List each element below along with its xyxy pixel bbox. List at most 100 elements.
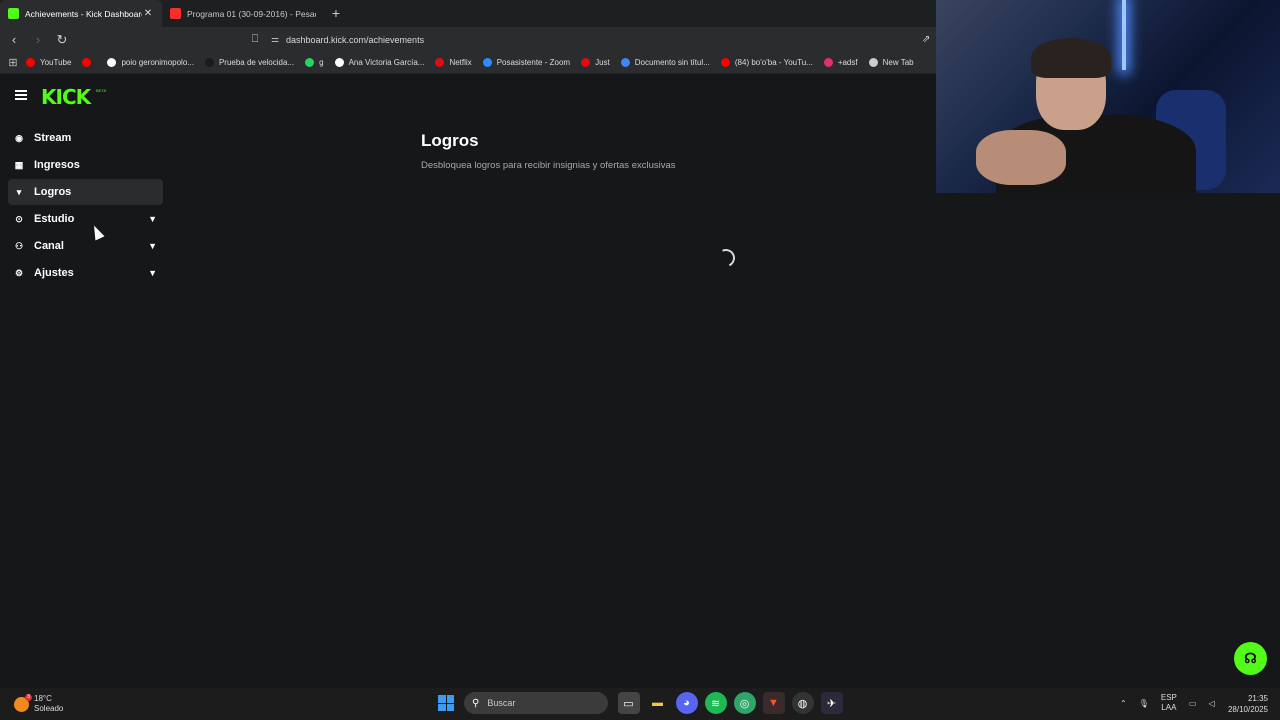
- google-docs-icon: [620, 58, 630, 67]
- broadcast-icon: ◉: [15, 132, 23, 143]
- browser-tab-bar: Achievements - Kick Dashboard ✕ Programa…: [0, 0, 936, 27]
- sun-icon: 3: [14, 693, 32, 712]
- weather-widget[interactable]: 3 18°C Soleado: [14, 693, 63, 714]
- support-chat-button[interactable]: ☊: [1234, 642, 1267, 675]
- obs-icon[interactable]: ◍: [791, 692, 814, 714]
- tray-overflow-icon[interactable]: ⌃: [1120, 699, 1127, 708]
- search-placeholder: Buscar: [487, 698, 516, 708]
- kick-logo[interactable]: KICK: [41, 85, 91, 109]
- system-tray: ⌃ 🎙 ESP LAA ▭ ◁: [1114, 693, 1221, 713]
- netflix-icon: [435, 58, 445, 67]
- bookmark-item[interactable]: (84) bo'o'ba - YouTu...: [720, 58, 813, 67]
- sidebar-item-stream[interactable]: ◉ Stream: [8, 125, 163, 151]
- settings-icon: ⚙: [14, 267, 24, 278]
- bookmark-item[interactable]: Prueba de velocida...: [204, 58, 295, 67]
- taskbar-clock[interactable]: 21:35 28/10/2025: [1222, 693, 1268, 715]
- bookmark-label: YouTube: [40, 58, 72, 67]
- discord-icon[interactable]: ◕: [675, 692, 698, 714]
- bookmark-item[interactable]: Posasistente - Zoom: [482, 58, 570, 67]
- reload-icon[interactable]: ↻: [52, 32, 72, 48]
- keyboard-layout: LAA: [1161, 703, 1177, 712]
- bookmark-icon[interactable]: ⎕: [246, 33, 264, 46]
- dashboard-header: KICK BETA: [0, 74, 936, 118]
- bookmark-item[interactable]: Documento sin títul...: [620, 58, 710, 67]
- steam-icon[interactable]: ✈: [820, 692, 843, 714]
- spotify-icon[interactable]: ≋: [704, 692, 727, 714]
- youtube-icon: [720, 58, 730, 67]
- trophy-icon: ▾: [16, 186, 22, 197]
- zoom-icon: [482, 58, 492, 67]
- forward-icon[interactable]: ›: [28, 32, 48, 47]
- taskbar-apps: ⚲ Buscar ▭ ▬ ◕ ≋ ◎ ▼ ◍ ✈: [438, 692, 846, 714]
- network-icon[interactable]: ▭: [1189, 699, 1197, 708]
- microphone-icon[interactable]: 🎙: [1139, 699, 1149, 708]
- windows-start-icon[interactable]: [438, 695, 454, 711]
- bookmark-item[interactable]: New Tab: [868, 58, 914, 67]
- brave-icon[interactable]: ▼: [762, 692, 785, 714]
- hamburger-menu-icon[interactable]: [15, 90, 27, 100]
- bookmark-label: Prueba de velocida...: [218, 58, 295, 67]
- bookmark-item[interactable]: Netflix: [435, 58, 472, 67]
- bookmark-label: (84) bo'o'ba - YouTu...: [734, 58, 813, 67]
- speedtest-icon: [204, 58, 214, 67]
- site-info-icon[interactable]: ⚌: [264, 34, 286, 45]
- channel-icon: ⚇: [14, 240, 24, 251]
- bookmark-item[interactable]: Just: [581, 58, 610, 67]
- sidebar-item-estudio[interactable]: ⊙ Estudio ▼: [8, 206, 163, 232]
- share-icon[interactable]: ⇗: [922, 34, 936, 45]
- task-view-icon[interactable]: ▭: [617, 692, 640, 714]
- screen: Achievements - Kick Dashboard ✕ Programa…: [0, 0, 1280, 720]
- sidebar-item-canal[interactable]: ⚇ Canal ▼: [8, 233, 163, 259]
- webcam-light: [1122, 0, 1126, 70]
- tab-title: Achievements - Kick Dashboard: [25, 8, 142, 19]
- language-indicator[interactable]: ESP LAA: [1161, 693, 1177, 713]
- close-tab-icon[interactable]: ✕: [142, 8, 154, 19]
- bookmark-item[interactable]: g: [305, 58, 324, 67]
- bookmark-label: g: [319, 58, 324, 67]
- youtube-favicon-icon: [170, 8, 181, 19]
- taskbar-search[interactable]: ⚲ Buscar: [464, 692, 608, 714]
- chrome-icon[interactable]: ◎: [733, 692, 756, 714]
- bookmark-item[interactable]: [82, 58, 96, 67]
- wikipedia-icon: [334, 58, 344, 67]
- revenue-icon: ▦: [14, 159, 24, 170]
- back-icon[interactable]: ‹: [4, 32, 24, 47]
- google-icon: [107, 58, 117, 67]
- new-tab-button[interactable]: +: [324, 0, 348, 27]
- headset-icon: ☊: [1244, 650, 1257, 666]
- search-icon: ⚲: [472, 697, 480, 709]
- bookmark-item[interactable]: +adsf: [823, 58, 858, 67]
- file-explorer-icon[interactable]: ▬: [647, 692, 669, 714]
- apps-grid-icon[interactable]: ⊞: [0, 56, 26, 69]
- page-subtitle: Desbloquea logros para recibir insignias…: [421, 160, 676, 171]
- browser-toolbar: ‹ › ↻ ⎕ ⚌ dashboard.kick.com/achievement…: [0, 27, 936, 52]
- tab-achievements[interactable]: Achievements - Kick Dashboard ✕: [0, 0, 162, 27]
- bookmarks-bar: ⊞ YouTube poio geronimopolo... Prueba de…: [0, 52, 936, 74]
- chevron-down-icon[interactable]: ▼: [148, 268, 157, 278]
- clock-date: 28/10/2025: [1227, 705, 1268, 714]
- webcam-person-arm: [976, 130, 1066, 185]
- page-title: Logros: [421, 131, 479, 150]
- url-text[interactable]: dashboard.kick.com/achievements: [286, 35, 424, 45]
- sidebar-item-label: Canal: [34, 240, 64, 252]
- whatsapp-icon: [305, 58, 315, 67]
- instagram-icon: [823, 58, 833, 67]
- bookmark-item[interactable]: YouTube: [26, 58, 71, 67]
- weather-temp: 18°C: [34, 694, 52, 703]
- chevron-down-icon[interactable]: ▼: [148, 241, 157, 251]
- sidebar-item-ingresos[interactable]: ▦ Ingresos: [8, 152, 163, 178]
- beta-badge: BETA: [96, 88, 107, 93]
- sidebar-item-ajustes[interactable]: ⚙ Ajustes ▼: [8, 260, 163, 286]
- chevron-down-icon[interactable]: ▼: [148, 214, 157, 224]
- clock-time: 21:35: [1247, 694, 1268, 703]
- bookmark-item[interactable]: poio geronimopolo...: [107, 58, 194, 67]
- address-bar[interactable]: ⎕ ⚌ dashboard.kick.com/achievements ⇗: [246, 30, 936, 49]
- globe-icon: [868, 58, 878, 67]
- volume-icon[interactable]: ◁: [1208, 699, 1214, 708]
- bookmark-item[interactable]: Ana Victoria García...: [334, 58, 424, 67]
- webcam-person-hair: [1031, 38, 1111, 78]
- language-code: ESP: [1160, 693, 1177, 702]
- bookmark-label: New Tab: [882, 58, 914, 67]
- tab-youtube-video[interactable]: Programa 01 (30-09-2016) - Pesadill: [162, 0, 324, 27]
- sidebar-item-logros[interactable]: ▾ Logros: [8, 179, 163, 205]
